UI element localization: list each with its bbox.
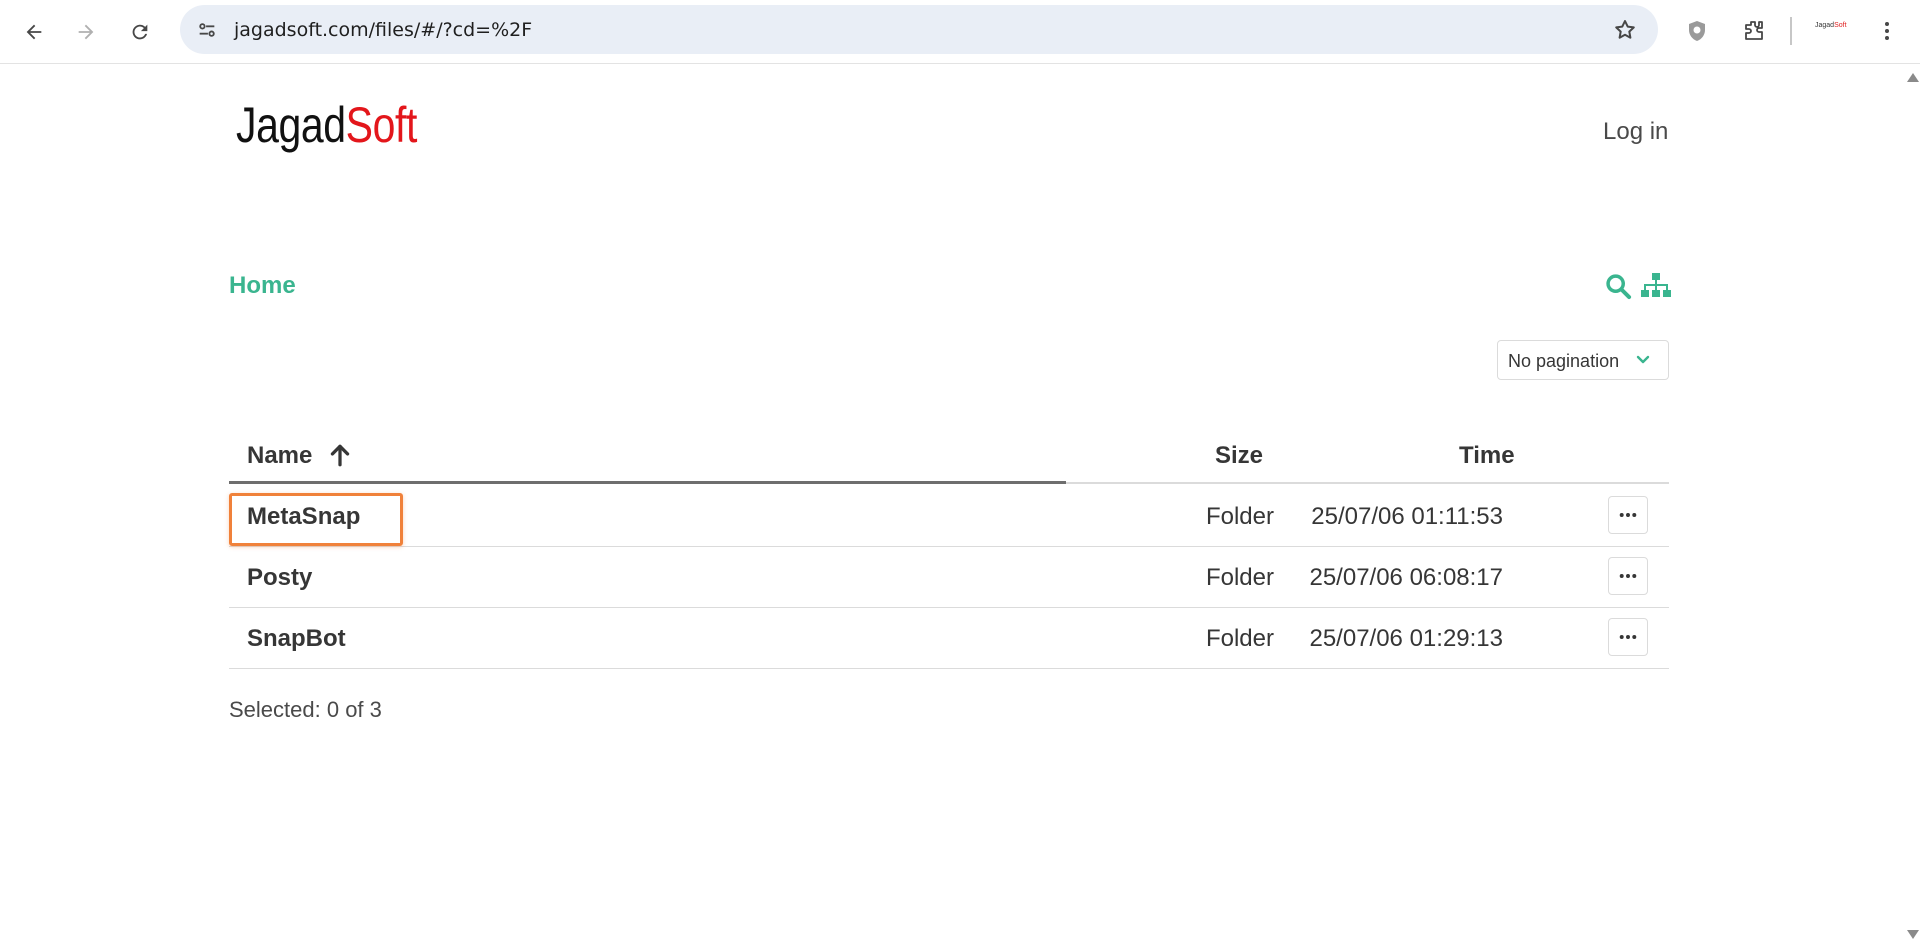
reload-icon (132, 24, 148, 40)
login-link[interactable]: Log in (1603, 118, 1668, 146)
page-scrollbar[interactable] (1904, 65, 1920, 943)
column-header-size[interactable]: Size (1215, 442, 1263, 470)
file-time: 25/07/06 01:29:13 (1309, 625, 1503, 652)
address-bar[interactable]: jagadsoft.com/files/#/?cd=%2F (180, 5, 1658, 54)
column-header-name[interactable]: Name (247, 442, 312, 470)
file-name[interactable]: SnapBot (247, 625, 346, 653)
file-size: Folder (1205, 564, 1274, 591)
ellipsis-icon (1619, 513, 1637, 517)
file-size: Folder (1205, 625, 1274, 652)
scroll-down-arrow-icon[interactable] (1907, 930, 1919, 939)
more-options-button[interactable] (1608, 618, 1648, 656)
arrow-right-icon (78, 24, 94, 40)
file-size: Folder (1205, 503, 1274, 530)
sitemap-icon[interactable] (1640, 272, 1672, 300)
column-header-time[interactable]: Time (1459, 442, 1515, 470)
breadcrumb-home[interactable]: Home (229, 272, 296, 300)
file-name[interactable]: MetaSnap (247, 503, 360, 531)
table-row[interactable]: MetaSnap Folder 25/07/06 01:11:53 (229, 486, 1669, 547)
logo-text-soft: Soft (345, 97, 418, 153)
bookmark-star-icon[interactable] (1612, 17, 1638, 43)
file-name[interactable]: Posty (247, 564, 312, 592)
toolbar-divider (1790, 17, 1792, 45)
extensions-puzzle-icon[interactable] (1737, 14, 1771, 48)
arrow-left-icon (26, 24, 42, 40)
chevron-down-icon (1636, 355, 1650, 364)
profile-label-right: Soft (1834, 22, 1847, 29)
sort-ascending-arrow-icon[interactable] (327, 442, 353, 468)
back-button[interactable] (14, 12, 54, 52)
file-time: 25/07/06 06:08:17 (1309, 564, 1503, 591)
ellipsis-icon (1619, 574, 1637, 578)
table-header: Name Size Time (229, 430, 1669, 484)
browser-toolbar: jagadsoft.com/files/#/?cd=%2F JagadSoft (0, 0, 1920, 64)
profile-avatar[interactable]: JagadSoft (1815, 22, 1847, 29)
browser-menu-icon[interactable] (1870, 14, 1904, 48)
table-row[interactable]: Posty Folder 25/07/06 06:08:17 (229, 547, 1669, 608)
table-row[interactable]: SnapBot Folder 25/07/06 01:29:13 (229, 608, 1669, 669)
site-info-icon[interactable] (194, 17, 220, 43)
file-time: 25/07/06 01:11:53 (1311, 503, 1503, 530)
pagination-selected-value: No pagination (1508, 351, 1620, 371)
search-icon[interactable] (1604, 272, 1632, 300)
sort-indicator-underline (229, 481, 1066, 484)
more-options-button[interactable] (1608, 557, 1648, 595)
scroll-up-arrow-icon[interactable] (1907, 73, 1919, 82)
more-options-button[interactable] (1608, 496, 1648, 534)
forward-button[interactable] (66, 12, 106, 52)
logo-text-jagad: Jagad (236, 97, 346, 153)
selection-status: Selected: 0 of 3 (229, 697, 382, 722)
pagination-select[interactable]: No pagination (1497, 340, 1669, 380)
address-bar-url[interactable]: jagadsoft.com/files/#/?cd=%2F (234, 19, 532, 41)
site-logo[interactable]: JagadSoft (236, 96, 417, 154)
shield-extension-icon[interactable] (1680, 14, 1714, 48)
reload-button[interactable] (120, 12, 160, 52)
profile-label-left: Jagad (1815, 22, 1835, 29)
ellipsis-icon (1619, 635, 1637, 639)
